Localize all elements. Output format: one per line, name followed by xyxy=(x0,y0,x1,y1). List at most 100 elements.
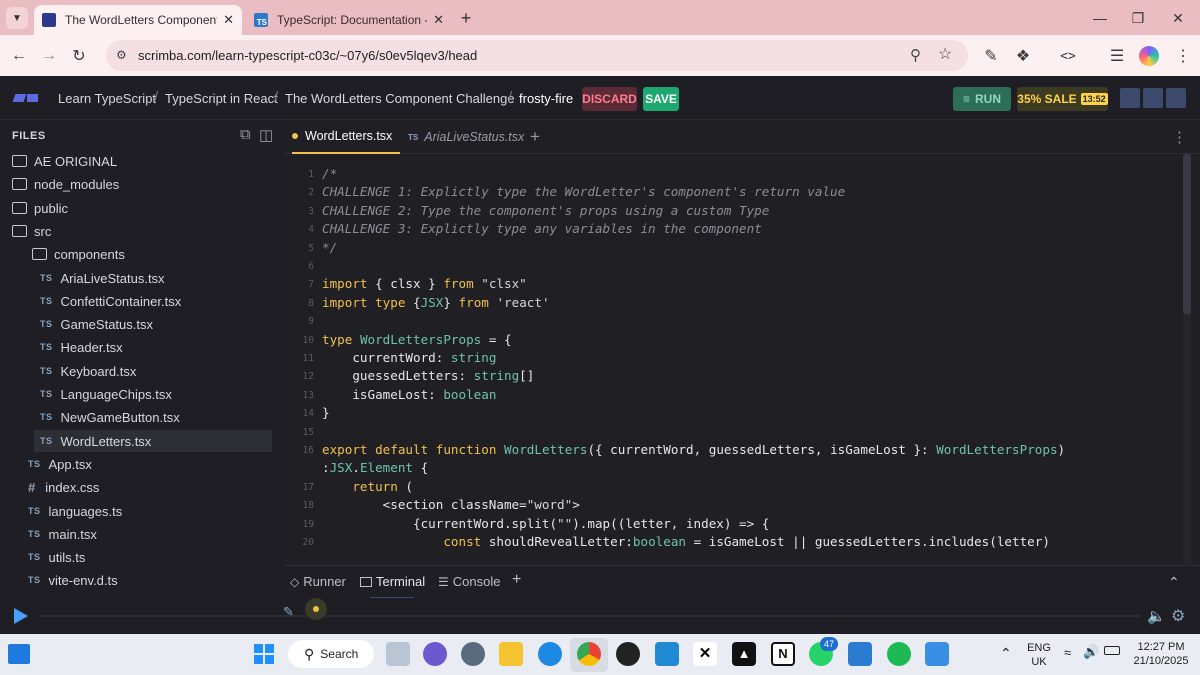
notion-triangle-icon[interactable]: ▲ xyxy=(732,642,756,666)
task-view-icon[interactable] xyxy=(386,642,410,666)
code-line[interactable]: guessedLetters: string[] xyxy=(322,368,534,383)
close-tab-icon[interactable]: ✕ xyxy=(433,12,444,28)
code-line[interactable]: <section className="word"> xyxy=(322,497,580,512)
close-tab-icon[interactable]: ✕ xyxy=(223,12,234,28)
code-line[interactable]: return ( xyxy=(322,479,413,494)
edge-icon[interactable] xyxy=(538,642,562,666)
file-tree-item[interactable]: src xyxy=(6,220,272,242)
widgets-icon[interactable] xyxy=(8,644,30,664)
record-cursor-icon[interactable]: ✎ xyxy=(283,604,294,620)
file-tree-item[interactable]: TS Keyboard.tsx xyxy=(34,360,272,382)
start-icon[interactable] xyxy=(254,644,274,664)
file-tree-item[interactable]: TS utils.ts xyxy=(22,546,272,568)
restore-icon[interactable]: ❐ xyxy=(1118,6,1158,30)
file-tree-item[interactable]: TS Header.tsx xyxy=(34,336,272,358)
clock[interactable]: 12:27 PM 21/10/2025 xyxy=(1130,640,1192,668)
editor-scrollbar[interactable] xyxy=(1183,154,1191,564)
window-close-icon[interactable]: ✕ xyxy=(1158,6,1198,30)
add-tab-button[interactable]: + xyxy=(530,120,540,154)
timeline-track[interactable] xyxy=(40,615,1140,617)
layout-toggle-left[interactable] xyxy=(1120,88,1140,108)
file-explorer-icon[interactable] xyxy=(499,642,523,666)
file-tree-item[interactable]: node_modules xyxy=(6,173,272,195)
panel-tab-terminal[interactable]: Terminal xyxy=(360,574,425,589)
sale-badge[interactable]: 35% SALE 13:52 xyxy=(1017,87,1108,111)
file-tree-item[interactable]: TS languages.ts xyxy=(22,500,272,522)
menu-kebab-icon[interactable]: ⋮ xyxy=(1170,43,1196,69)
code-line[interactable]: currentWord: string xyxy=(322,350,496,365)
x-app-icon[interactable]: ✕ xyxy=(693,642,717,666)
file-tree-item[interactable]: TS main.tsx xyxy=(22,523,272,545)
code-area[interactable]: 1 /* 2 CHALLENGE 1: Explictly type the Word… xyxy=(284,163,1184,563)
layout-toggle-right[interactable] xyxy=(1166,88,1186,108)
breadcrumb-course[interactable]: Learn TypeScript xyxy=(58,91,156,106)
settings-app-icon[interactable] xyxy=(461,642,485,666)
devtools-icon[interactable]: <> xyxy=(1055,43,1081,69)
volume-icon[interactable]: 🔈 xyxy=(1147,607,1166,625)
extensions-icon[interactable]: ❖ xyxy=(1010,43,1036,69)
code-line[interactable]: type WordLettersProps = { xyxy=(322,332,512,347)
pen-extension-icon[interactable]: ✎ xyxy=(978,43,1004,69)
file-tree-item[interactable]: TS ConfettiContainer.tsx xyxy=(34,290,272,312)
address-bar[interactable]: ⚙ scrimba.com/learn-typescript-c03c/~07y… xyxy=(106,40,968,71)
language-indicator[interactable]: ENG UK xyxy=(1026,641,1052,669)
browser-tab-active[interactable]: The WordLetters Component C ✕ xyxy=(34,5,242,35)
code-line[interactable]: import { clsx } from "clsx" xyxy=(322,276,527,291)
layout-toggle-center[interactable] xyxy=(1143,88,1163,108)
code-line[interactable]: isGameLost: boolean xyxy=(322,387,496,402)
taskbar-search[interactable]: ⚲ Search xyxy=(288,640,374,668)
file-tree-item[interactable]: TS GameStatus.tsx xyxy=(34,313,272,335)
site-settings-icon[interactable]: ⚙ xyxy=(116,48,130,62)
editor-tab-wordletters[interactable]: WordLetters.tsx xyxy=(292,120,401,154)
battery-icon[interactable] xyxy=(1104,646,1120,655)
forward-icon[interactable]: → xyxy=(36,43,62,69)
github-icon[interactable] xyxy=(616,642,640,666)
photos-icon[interactable] xyxy=(925,642,949,666)
panel-tab-runner[interactable]: ◇ Runner xyxy=(290,574,346,589)
file-tree-item[interactable]: TS vite-env.d.ts xyxy=(22,569,272,591)
speaker-icon[interactable]: 🔊 xyxy=(1083,644,1099,660)
file-tree-item[interactable]: TS AriaLiveStatus.tsx xyxy=(34,267,272,289)
editor-more-icon[interactable]: ⋮ xyxy=(1172,120,1187,154)
code-line[interactable]: {currentWord.split("").map((letter, inde… xyxy=(322,516,769,531)
file-tree-item[interactable]: TS LanguageChips.tsx xyxy=(34,383,272,405)
tab-search-button[interactable]: ▼ xyxy=(6,7,28,29)
code-line[interactable]: CHALLENGE 2: Type the component's props … xyxy=(322,203,769,218)
discard-button[interactable]: DISCARD xyxy=(582,87,637,111)
scrimba-logo[interactable] xyxy=(12,94,38,102)
notion-icon[interactable]: N xyxy=(771,642,795,666)
back-icon[interactable]: ← xyxy=(6,43,32,69)
timeline-marker[interactable] xyxy=(305,598,327,620)
reading-list-icon[interactable]: ☰ xyxy=(1104,43,1130,69)
panel-tab-console[interactable]: ☰ Console xyxy=(438,574,500,589)
chrome-icon[interactable] xyxy=(577,642,601,666)
code-line[interactable]: :JSX.Element { xyxy=(322,460,428,475)
file-tree-item[interactable]: TS WordLetters.tsx xyxy=(34,430,272,452)
file-tree-item[interactable]: AE ORIGINAL xyxy=(6,150,272,172)
zoom-icon[interactable]: ⚲ xyxy=(910,46,921,64)
reload-icon[interactable]: ↻ xyxy=(66,43,92,69)
code-line[interactable]: /* xyxy=(322,166,337,181)
code-line[interactable]: export default function WordLetters({ cu… xyxy=(322,442,1065,457)
settings-icon[interactable]: ⚙ xyxy=(1171,606,1185,626)
vscode-icon[interactable] xyxy=(655,642,679,666)
editor-tab-arialivestatus[interactable]: TS AriaLiveStatus.tsx xyxy=(408,120,524,154)
new-tab-button[interactable]: + xyxy=(456,8,476,28)
wifi-icon[interactable]: ≈ xyxy=(1064,645,1071,660)
run-button[interactable]: ≡ RUN xyxy=(953,87,1011,111)
add-panel-button[interactable]: + xyxy=(512,571,521,589)
file-tree-item[interactable]: public xyxy=(6,197,272,219)
browser-tab[interactable]: TS TypeScript: Documentation - U ✕ xyxy=(246,5,452,35)
code-line[interactable]: CHALLENGE 1: Explictly type the WordLett… xyxy=(322,184,845,199)
file-tree-item[interactable]: TS NewGameButton.tsx xyxy=(34,406,272,428)
file-tree-item[interactable]: components xyxy=(26,243,272,265)
code-line[interactable]: CHALLENGE 3: Explictly type any variable… xyxy=(322,221,762,236)
breadcrumb-lesson[interactable]: The WordLetters Component Challenge xyxy=(285,91,515,106)
bookmark-star-icon[interactable]: ☆ xyxy=(938,44,952,64)
code-line[interactable]: const shouldRevealLetter:boolean = isGam… xyxy=(322,534,1050,549)
new-folder-icon[interactable]: ◫ xyxy=(259,126,273,144)
chat-app-icon[interactable] xyxy=(423,642,447,666)
breadcrumb-module[interactable]: TypeScript in React xyxy=(165,91,278,106)
minimize-icon[interactable]: — xyxy=(1080,6,1120,30)
play-button[interactable] xyxy=(14,608,28,624)
